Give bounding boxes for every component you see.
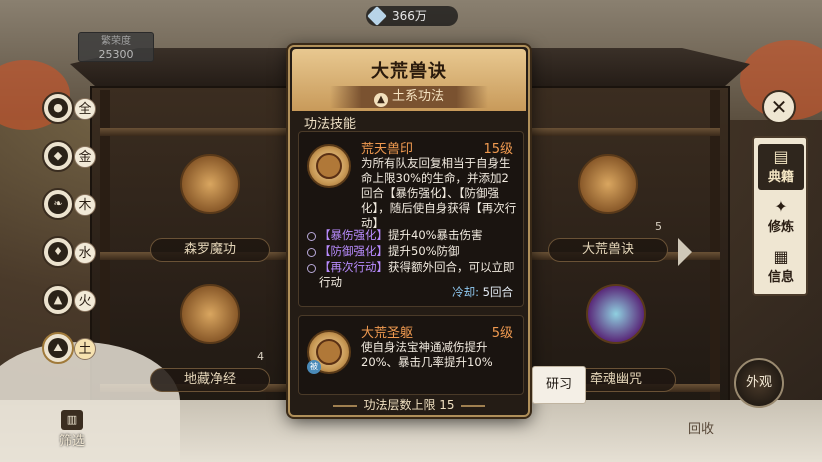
metal-icon: ◆ [42,140,74,172]
cultivate-icon: ✦ [774,197,788,216]
currency-value: 366万 [392,9,427,23]
tab-info[interactable]: ▦ 信息 [758,248,804,286]
skill-level: 5级 [491,326,513,341]
technique-name: 大荒兽诀 [548,238,668,262]
tab-cultivate[interactable]: ✦ 修炼 [758,198,804,236]
element-filter-sidebar: ● 全 ◆ 金 ❧ 木 ♦ 水 ▲ 火 ⛰ 土 [42,92,96,380]
filter-icon: ▥ [61,410,83,430]
tab-label: 典籍 [767,170,794,185]
modal-title: 大荒兽诀 [371,61,447,82]
element-label: 火 [74,290,96,312]
earth-icon: ⛰ [42,332,74,364]
buff-text: 提升40%暴击伤害 [388,228,483,242]
element-tab-fire[interactable]: ▲ 火 [42,284,96,316]
skill-name: 大荒圣躯 [361,326,414,341]
element-tab-earth[interactable]: ⛰ 土 [42,332,96,364]
technique-card-dahuang[interactable]: 5 大荒兽诀 [548,142,668,262]
element-label: 水 [74,242,96,264]
technique-name: 森罗魔功 [150,238,270,262]
skill-card-active: 荒天兽印 15级 为所有队友回复相当于自身生命上限30%的生命，并添加2回合【暴… [298,131,524,307]
fire-icon: ▲ [42,284,74,316]
cooldown-value: 5回合 [482,285,513,299]
cooldown: 冷却: 5回合 [452,284,513,300]
passive-tag: 被 [307,360,321,374]
info-icon: ▦ [773,247,789,266]
currency-display: 366万 [366,6,458,26]
buff-item: 【防御强化】提升50%防御 [305,244,519,259]
skill-description: 为所有队友回复相当于自身生命上限30%的生命，并添加2回合【暴伤强化】、【防御强… [361,156,517,230]
skill-level: 15级 [483,142,513,157]
close-button[interactable]: ✕ [762,90,796,124]
technique-icon [578,154,638,214]
buff-list: 【暴伤强化】提升40%暴击伤害 【防御强化】提升50%防御 【再次行动】获得额外… [305,228,519,291]
prosperity-value: 25300 [98,48,134,61]
buff-name: 【防御强化】 [319,244,388,258]
element-label: 全 [74,98,96,120]
school-label: 土系功法 [391,89,444,104]
element-tab-water[interactable]: ♦ 水 [42,236,96,268]
cooldown-label: 冷却: [452,285,480,299]
prosperity-badge: 繁荣度 25300 [78,32,154,62]
buff-text: 提升50%防御 [388,244,460,258]
research-button[interactable]: 研习 [532,366,586,404]
element-label: 木 [74,194,96,216]
technique-level: 4 [257,350,264,363]
element-label: 金 [74,146,96,168]
buff-name: 【暴伤强化】 [319,228,388,242]
element-tab-wood[interactable]: ❧ 木 [42,188,96,220]
skill-description: 使自身法宝神通减伤提升20%、暴击几率提升10% [361,340,493,369]
element-label: 土 [74,338,96,360]
skill-name: 荒天兽印 [361,142,414,157]
buff-name: 【再次行动】 [319,260,388,274]
collect-label[interactable]: 回收 [688,418,714,437]
all-icon: ● [42,92,74,124]
technique-card-senluo[interactable]: 森罗魔功 [150,142,270,262]
section-label: 功法技能 [304,117,357,132]
technique-level: 5 [655,220,662,233]
technique-detail-modal: 大荒兽诀 ▲ 土系功法 功法技能 荒天兽印 15级 为所有队友回复相当于自身生命上… [288,45,530,417]
holy-body-icon: 被 [307,330,351,374]
prosperity-label: 繁荣度 [101,36,131,47]
tab-label: 信息 [767,270,794,285]
next-page-arrow[interactable] [678,238,692,266]
beast-seal-icon [307,144,351,188]
tab-books[interactable]: ▤ 典籍 [758,144,804,190]
appearance-button[interactable]: 外观 [734,358,784,408]
right-nav-panel: ▤ 典籍 ✦ 修炼 ▦ 信息 [752,136,808,296]
layer-limit: 功法层数上限 15 [292,395,526,415]
gem-icon [367,6,387,26]
filter-label: 筛选 [58,434,85,449]
element-tab-metal[interactable]: ◆ 金 [42,140,96,172]
technique-icon [180,284,240,344]
book-icon: ▤ [773,147,789,166]
earth-icon: ▲ [373,93,388,107]
element-tab-all[interactable]: ● 全 [42,92,96,124]
water-icon: ♦ [42,236,74,268]
technique-icon [180,154,240,214]
modal-header: 大荒兽诀 ▲ 土系功法 [292,49,526,111]
skill-card-passive: 被 大荒圣躯 5级 使自身法宝神通减伤提升20%、暴击几率提升10% [298,315,524,395]
technique-name: 地藏净经 [150,368,270,392]
technique-card-dizang[interactable]: 4 地藏净经 [150,272,270,392]
wood-icon: ❧ [42,188,74,220]
technique-icon [586,284,646,344]
buff-item: 【暴伤强化】提升40%暴击伤害 [305,228,519,243]
filter-button[interactable]: ▥ 筛选 [52,410,92,450]
school-badge: ▲ 土系功法 [330,86,488,108]
tab-label: 修炼 [767,220,794,235]
